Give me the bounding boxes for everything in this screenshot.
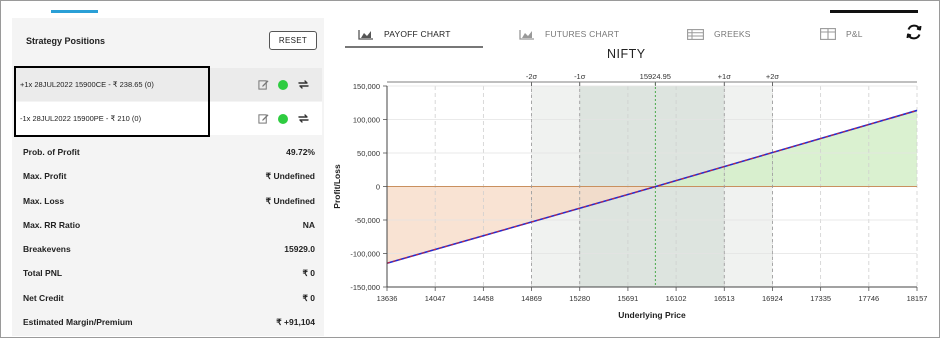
stat-value: ₹ Undefined — [265, 195, 315, 206]
y-tick-label: 50,000 — [357, 149, 380, 158]
x-axis-label: Underlying Price — [618, 310, 686, 320]
tab-payoff-chart[interactable]: PAYOFF CHART — [358, 24, 451, 44]
chart-title: NIFTY — [607, 47, 646, 61]
status-dot — [278, 113, 288, 124]
x-tick-label: 15280 — [569, 294, 590, 303]
tab-label: P&L — [846, 29, 863, 39]
left-tab-indicator — [51, 10, 98, 13]
stat-label: Net Credit — [23, 292, 64, 303]
x-tick-label: 15691 — [617, 294, 638, 303]
stat-row: Max. Loss ₹ Undefined — [12, 189, 324, 213]
tab-pnl[interactable]: P&L — [820, 24, 863, 44]
x-tick-label: 14458 — [473, 294, 494, 303]
right-tab-indicator — [830, 10, 918, 13]
reset-button[interactable]: RESET — [269, 31, 317, 50]
stat-value: ₹ 0 — [302, 292, 316, 303]
strategy-panel: Strategy Positions RESET +1x 28JUL2022 1… — [12, 18, 324, 336]
stat-value: ₹ +91,104 — [276, 317, 315, 328]
sigma-label: -1σ — [574, 72, 586, 81]
tab-futures-chart[interactable]: FUTURES CHART — [519, 24, 619, 44]
table-icon — [687, 28, 704, 40]
position-row[interactable]: -1x 28JUL2022 15900PE - ₹ 210 (0) — [15, 102, 322, 135]
stat-label: Prob. of Profit — [23, 147, 80, 157]
edit-icon[interactable] — [258, 79, 269, 90]
strategy-stats: Prob. of Profit 49.72% Max. Profit ₹ Undef… — [12, 140, 324, 334]
x-tick-label: 16513 — [714, 294, 735, 303]
x-tick-label: 16102 — [666, 294, 687, 303]
y-tick-label: -150,000 — [350, 283, 380, 292]
x-tick-label: 14869 — [521, 294, 542, 303]
x-tick-label: 16924 — [762, 294, 783, 303]
payoff-chart: 150,000 100,000 50,000 0 -50,000 -100,000 -150… — [332, 72, 928, 320]
stat-value: ₹ 0 — [302, 268, 316, 279]
strategy-title: Strategy Positions — [26, 36, 106, 46]
stat-label: Max. Loss — [23, 195, 65, 206]
position-row[interactable]: +1x 28JUL2022 15900CE - ₹ 238.65 (0) — [15, 68, 322, 101]
strategy-header: Strategy Positions RESET — [12, 18, 324, 62]
grid-icon — [820, 28, 836, 40]
swap-icon[interactable] — [297, 79, 310, 90]
edit-icon[interactable] — [258, 113, 269, 124]
stat-label: Estimated Margin/Premium — [23, 317, 133, 328]
stat-row: Estimated Margin/Premium ₹ +91,104 — [12, 310, 324, 334]
stat-value: 15929.0 — [284, 244, 315, 255]
swap-icon[interactable] — [297, 113, 310, 124]
x-tick-label: 17335 — [810, 294, 831, 303]
stat-value: 49.72% — [286, 147, 315, 157]
stat-value: NA — [302, 219, 315, 230]
x-tick-label: 14047 — [425, 294, 446, 303]
x-tick-label: 13636 — [377, 294, 398, 303]
y-tick-label: -100,000 — [350, 250, 380, 259]
x-tick-label: 17746 — [858, 294, 879, 303]
active-tab-underline — [345, 46, 483, 48]
sigma-label: +1σ — [718, 72, 732, 81]
stat-label: Max. Profit — [23, 171, 67, 182]
sigma-label: +2σ — [766, 72, 780, 81]
y-tick-label: -50,000 — [355, 216, 380, 225]
stat-label: Max. RR Ratio — [23, 219, 81, 230]
area-chart-icon — [519, 29, 534, 40]
stat-row: Net Credit ₹ 0 — [12, 286, 324, 310]
stat-row: Max. RR Ratio NA — [12, 213, 324, 237]
sigma-label: -2σ — [526, 72, 538, 81]
y-axis-label: Profit/Loss — [332, 164, 342, 209]
tab-greeks[interactable]: GREEKS — [687, 24, 751, 44]
tab-label: FUTURES CHART — [545, 29, 620, 39]
stat-row: Total PNL ₹ 0 — [12, 261, 324, 285]
stat-label: Breakevens — [23, 244, 71, 255]
refresh-icon[interactable] — [905, 23, 923, 46]
area-chart-icon — [358, 29, 373, 40]
stat-row: Max. Profit ₹ Undefined — [12, 164, 324, 188]
position-label: -1x 28JUL2022 15900PE - ₹ 210 (0) — [20, 114, 142, 123]
stat-value: ₹ Undefined — [265, 171, 315, 182]
status-dot — [278, 79, 288, 90]
sigma-label: 15924.95 — [640, 72, 671, 81]
stat-row: Prob. of Profit 49.72% — [12, 140, 324, 164]
position-label: +1x 28JUL2022 15900CE - ₹ 238.65 (0) — [20, 80, 154, 89]
y-tick-label: 100,000 — [353, 116, 380, 125]
stat-label: Total PNL — [23, 268, 63, 279]
stat-row: Breakevens 15929.0 — [12, 237, 324, 261]
tab-label: PAYOFF CHART — [384, 29, 451, 39]
tab-label: GREEKS — [714, 29, 751, 39]
y-tick-label: 150,000 — [353, 82, 380, 91]
x-tick-label: 18157 — [907, 294, 928, 303]
y-tick-label: 0 — [376, 183, 380, 192]
